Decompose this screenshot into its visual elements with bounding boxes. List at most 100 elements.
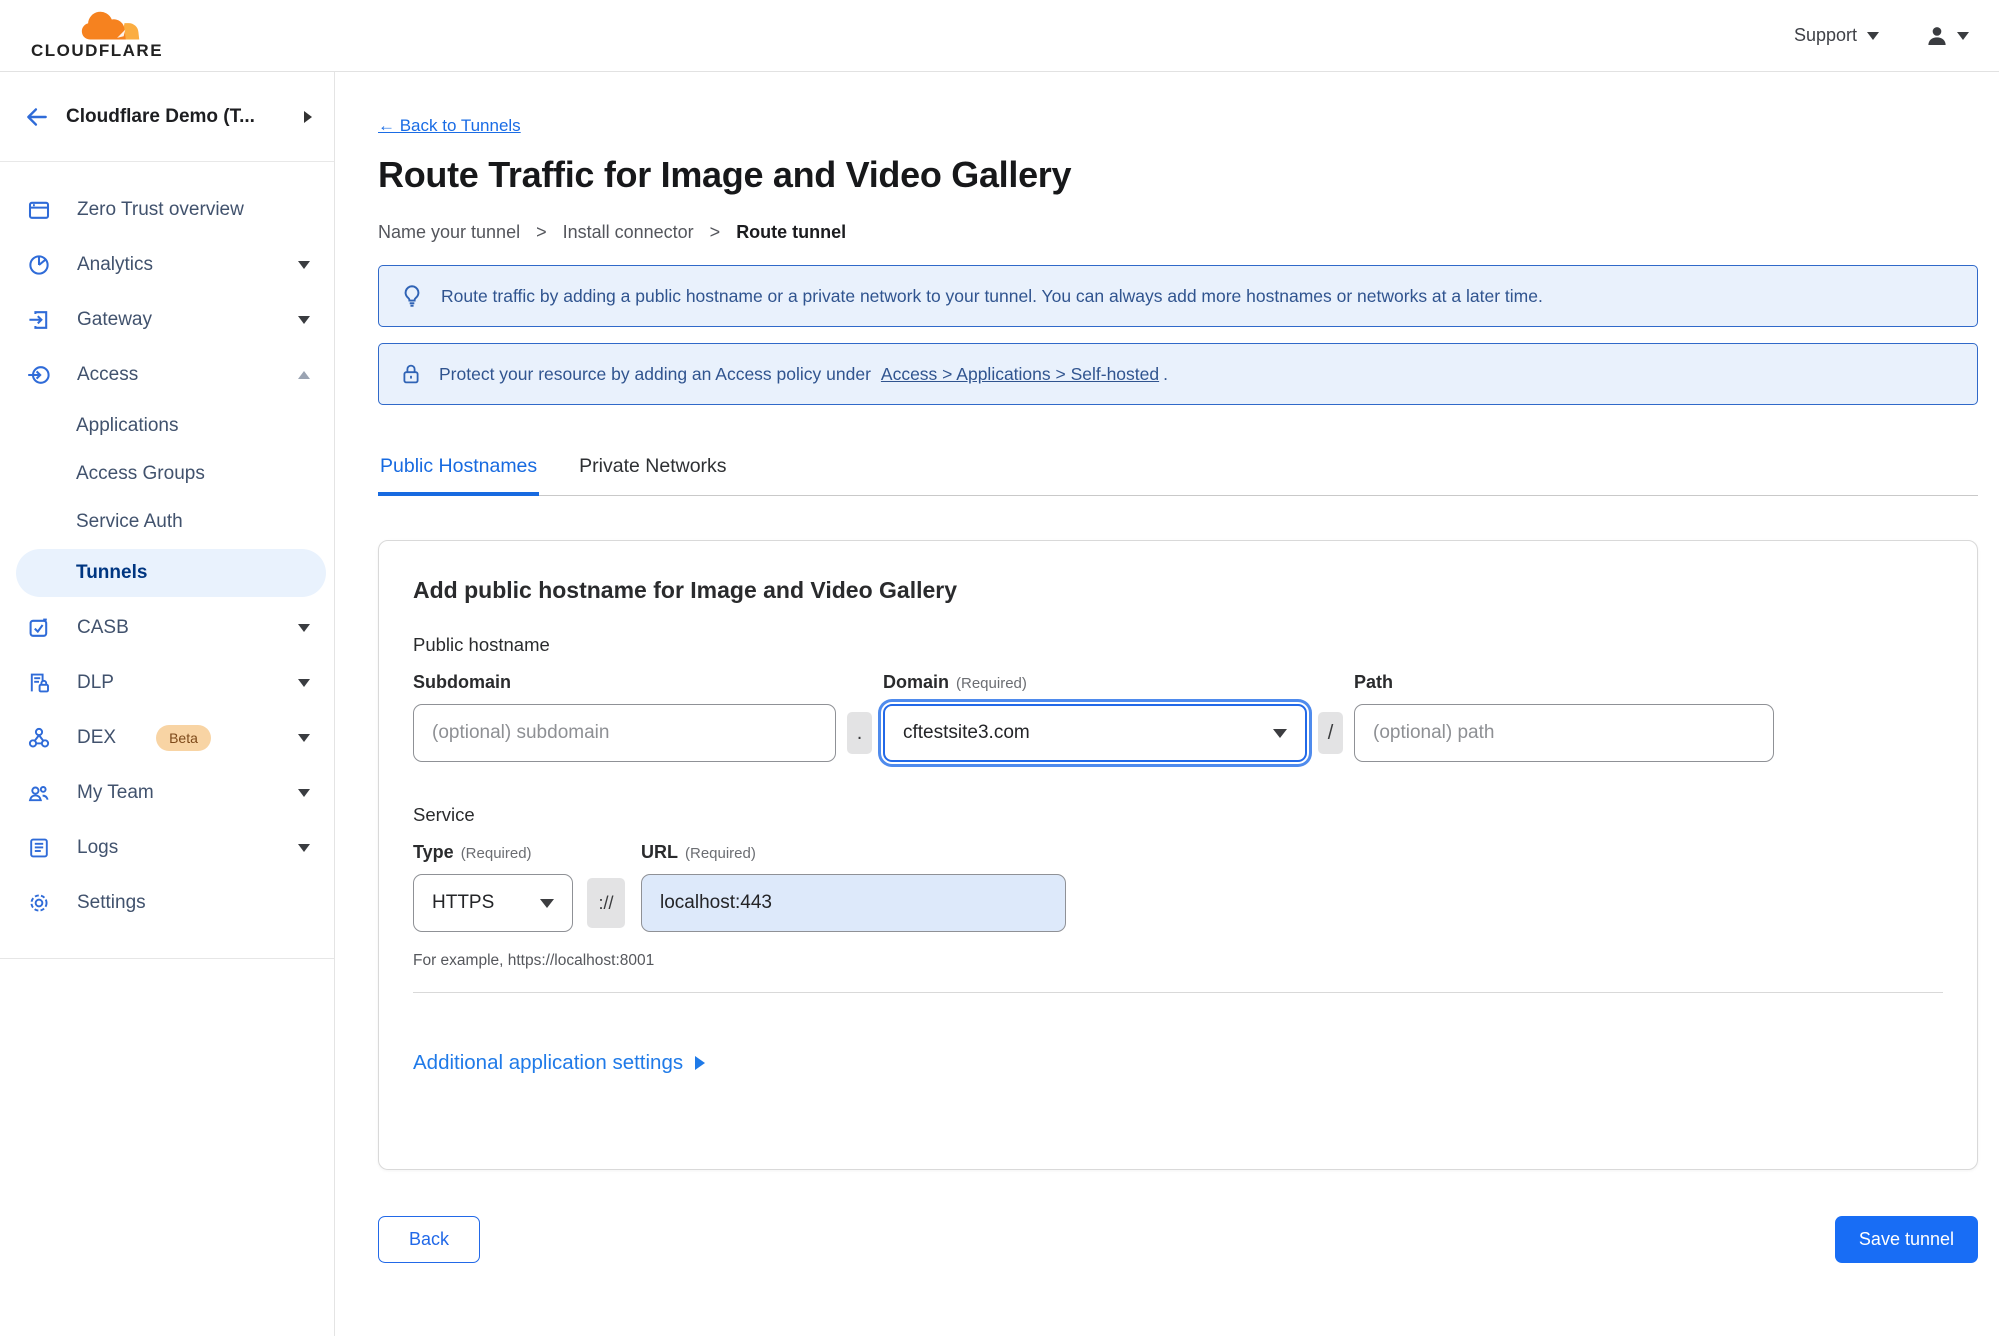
sidebar-item-my-team[interactable]: My Team [0, 765, 334, 820]
sidebar-item-label: My Team [77, 781, 154, 803]
service-label: Service [413, 804, 475, 825]
access-icon [27, 362, 53, 388]
sidebar-item-dlp[interactable]: DLP [0, 655, 334, 710]
breadcrumb-step-install-connector[interactable]: Install connector [563, 222, 694, 243]
banner-text: Protect your resource by adding an Acces… [439, 363, 871, 384]
banner-text-suffix: . [1163, 363, 1168, 384]
additional-settings-label: Additional application settings [413, 1051, 684, 1074]
cloudflare-logo[interactable]: CLOUDFLARE [18, 11, 176, 61]
settings-icon [27, 890, 53, 916]
chevron-down-icon [298, 315, 310, 324]
public-hostname-label: Public hostname [413, 634, 550, 655]
sidebar-item-applications[interactable]: Applications [0, 402, 334, 450]
chevron-down-icon [1867, 31, 1879, 40]
logs-icon [27, 835, 53, 861]
subdomain-label: Subdomain [413, 672, 511, 692]
sidebar-item-label: DEX [77, 726, 117, 748]
support-menu[interactable]: Support [1794, 25, 1879, 46]
dex-icon [27, 725, 53, 751]
breadcrumb-separator: > [709, 222, 721, 242]
sidebar-item-label: Settings [77, 891, 146, 913]
gateway-icon [27, 307, 53, 333]
back-to-tunnels-link[interactable]: ← Back to Tunnels [378, 116, 521, 136]
account-name: Cloudflare Demo (T... [66, 105, 255, 127]
chevron-down-icon [298, 733, 310, 742]
sidebar-item-analytics[interactable]: Analytics [0, 237, 334, 292]
cloudflare-cloud-icon [81, 11, 140, 39]
user-menu[interactable] [1925, 24, 1969, 48]
slash-separator: / [1318, 712, 1343, 754]
add-public-hostname-card: Add public hostname for Image and Video … [378, 540, 1978, 1170]
domain-select[interactable]: cftestsite3.com [883, 704, 1307, 762]
sub-item-label: Tunnels [76, 562, 148, 583]
support-label: Support [1793, 25, 1857, 45]
breadcrumb-step-route-tunnel: Route tunnel [736, 222, 847, 242]
sidebar-item-tunnels[interactable]: Tunnels [16, 549, 326, 597]
tab-private-networks[interactable]: Private Networks [577, 451, 728, 495]
sidebar-item-logs[interactable]: Logs [0, 820, 334, 875]
access-applications-self-hosted-link[interactable]: Access > Applications > Self-hosted [881, 364, 1159, 385]
page-title: Route Traffic for Image and Video Galler… [378, 154, 1072, 195]
banner-text: Route traffic by adding a public hostnam… [441, 285, 1543, 306]
sidebar: Cloudflare Demo (T... Zero Trust overvie… [0, 72, 335, 1336]
service-type-select[interactable]: HTTPS [413, 874, 573, 932]
card-divider [413, 992, 1943, 993]
sidebar-item-label: Logs [77, 836, 119, 858]
sidebar-item-label: Gateway [77, 308, 152, 330]
domain-label: Domain [883, 672, 950, 692]
tab-public-hostnames[interactable]: Public Hostnames [378, 451, 540, 496]
sidebar-item-label: DLP [77, 671, 114, 693]
path-label: Path [1354, 672, 1394, 692]
back-arrow-icon[interactable] [24, 104, 50, 130]
service-type-value: HTTPS [432, 892, 495, 913]
sub-item-label: Applications [76, 415, 179, 436]
chevron-down-icon [1957, 31, 1969, 40]
user-icon [1928, 26, 1946, 45]
sub-item-label: Access Groups [76, 463, 205, 484]
info-banner-access-policy: Protect your resource by adding an Acces… [378, 343, 1978, 405]
breadcrumb: Name your tunnel > Install connector > R… [378, 222, 1978, 243]
casb-icon [27, 615, 53, 641]
overview-icon [27, 197, 53, 223]
top-bar: CLOUDFLARE Support [0, 0, 1999, 72]
sidebar-item-dex[interactable]: DEX Beta [0, 710, 334, 765]
chevron-down-icon [298, 260, 310, 269]
sidebar-item-access[interactable]: Access [0, 347, 334, 402]
main-content: ← Back to Tunnels Route Traffic for Imag… [335, 72, 1999, 1336]
path-input[interactable] [1354, 704, 1774, 762]
sidebar-item-zero-trust-overview[interactable]: Zero Trust overview [0, 182, 334, 237]
tab-bar: Public Hostnames Private Networks [378, 451, 1978, 496]
domain-select-value: cftestsite3.com [903, 722, 1030, 743]
type-label: Type [413, 842, 454, 862]
back-button[interactable]: Back [378, 1216, 481, 1263]
type-required-hint: (Required) [460, 845, 532, 862]
breadcrumb-separator: > [536, 222, 547, 242]
sidebar-item-settings[interactable]: Settings [0, 875, 334, 930]
additional-application-settings-link[interactable]: Additional application settings [413, 1051, 706, 1075]
sidebar-item-service-auth[interactable]: Service Auth [0, 498, 334, 546]
info-banner-route-traffic: Route traffic by adding a public hostnam… [378, 265, 1978, 327]
analytics-icon [27, 252, 53, 278]
sidebar-item-gateway[interactable]: Gateway [0, 292, 334, 347]
sidebar-item-casb[interactable]: CASB [0, 600, 334, 655]
lock-icon [399, 362, 423, 386]
account-switcher[interactable]: Cloudflare Demo (T... [0, 72, 334, 162]
card-title: Add public hostname for Image and Video … [413, 577, 958, 603]
dlp-icon [27, 670, 53, 696]
chevron-down-icon [540, 898, 554, 908]
subdomain-input[interactable] [413, 704, 836, 762]
sidebar-item-label: CASB [77, 616, 129, 638]
breadcrumb-step-name-your-tunnel[interactable]: Name your tunnel [378, 222, 520, 243]
dot-separator: . [847, 712, 872, 754]
url-label: URL [641, 842, 678, 862]
scheme-separator: :// [587, 878, 625, 928]
save-tunnel-button[interactable]: Save tunnel [1834, 1216, 1978, 1263]
chevron-up-icon [298, 370, 310, 379]
sidebar-item-label: Analytics [77, 253, 154, 275]
service-url-input[interactable] [641, 874, 1066, 932]
chevron-right-icon [304, 110, 312, 123]
domain-required-hint: (Required) [956, 675, 1027, 692]
beta-badge: Beta [156, 724, 211, 751]
sidebar-item-label: Access [77, 363, 139, 385]
sidebar-item-access-groups[interactable]: Access Groups [0, 450, 334, 498]
